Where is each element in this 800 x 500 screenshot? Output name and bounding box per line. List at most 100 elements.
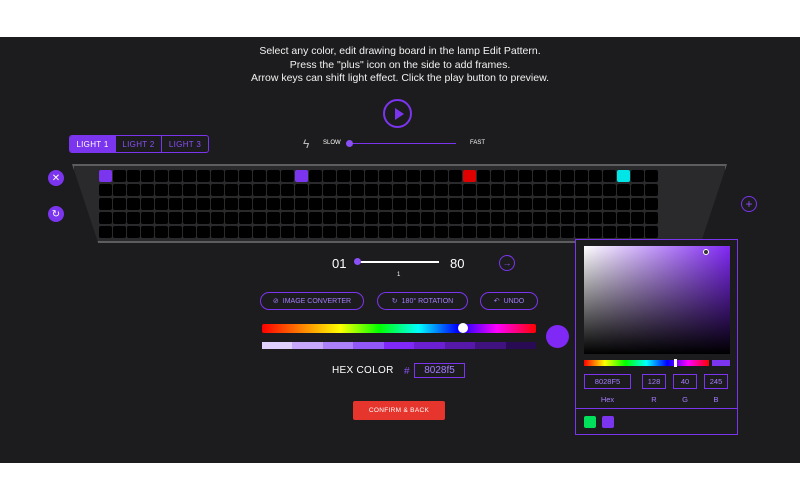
led-cell[interactable] — [127, 211, 140, 224]
led-cell[interactable] — [323, 183, 336, 196]
led-cell[interactable] — [295, 170, 308, 182]
shade-swatch[interactable] — [383, 342, 415, 349]
led-cell[interactable] — [533, 211, 546, 224]
led-cell[interactable] — [267, 211, 280, 224]
led-cell[interactable] — [449, 197, 462, 210]
led-cell[interactable] — [491, 197, 504, 210]
play-button[interactable] — [383, 99, 412, 128]
led-cell[interactable] — [407, 211, 420, 224]
led-cell[interactable] — [197, 211, 210, 224]
led-cell[interactable] — [337, 197, 350, 210]
led-cell[interactable] — [491, 211, 504, 224]
led-cell[interactable] — [141, 170, 154, 182]
led-cell[interactable] — [603, 225, 616, 238]
led-cell[interactable] — [211, 225, 224, 238]
led-cell[interactable] — [225, 170, 238, 182]
led-cell[interactable] — [323, 197, 336, 210]
selected-color-swatch[interactable] — [546, 325, 569, 348]
led-cell[interactable] — [379, 183, 392, 196]
led-cell[interactable] — [365, 211, 378, 224]
led-cell[interactable] — [575, 211, 588, 224]
led-cell[interactable] — [323, 211, 336, 224]
led-cell[interactable] — [211, 170, 224, 182]
preset-swatch-green[interactable] — [584, 416, 596, 428]
led-cell[interactable] — [183, 197, 196, 210]
led-cell[interactable] — [561, 225, 574, 238]
led-cell[interactable] — [533, 170, 546, 182]
led-cell[interactable] — [589, 183, 602, 196]
speed-slider-track[interactable] — [349, 143, 456, 144]
led-cell[interactable] — [617, 170, 630, 182]
led-cell[interactable] — [281, 183, 294, 196]
shade-swatch[interactable] — [414, 342, 445, 349]
led-cell[interactable] — [589, 211, 602, 224]
led-cell[interactable] — [379, 225, 392, 238]
led-cell[interactable] — [197, 170, 210, 182]
led-cell[interactable] — [421, 170, 434, 182]
led-cell[interactable] — [435, 170, 448, 182]
led-cell[interactable] — [281, 211, 294, 224]
led-cell[interactable] — [141, 183, 154, 196]
saturation-value-area[interactable] — [584, 246, 730, 354]
picker-g-input[interactable]: 40 — [673, 374, 697, 389]
led-cell[interactable] — [281, 225, 294, 238]
led-cell[interactable] — [435, 183, 448, 196]
led-cell[interactable] — [365, 225, 378, 238]
led-cell[interactable] — [267, 197, 280, 210]
image-converter-button[interactable]: ⊘ IMAGE CONVERTER — [260, 292, 364, 310]
led-cell[interactable] — [631, 211, 644, 224]
led-cell[interactable] — [309, 183, 322, 196]
led-cell[interactable] — [645, 197, 658, 210]
led-cell[interactable] — [239, 183, 252, 196]
led-cell[interactable] — [547, 197, 560, 210]
led-cell[interactable] — [309, 197, 322, 210]
led-cell[interactable] — [127, 197, 140, 210]
saturation-value-handle[interactable] — [703, 249, 709, 255]
shade-swatch[interactable] — [505, 342, 536, 349]
led-cell[interactable] — [113, 183, 126, 196]
preset-swatch-purple[interactable] — [602, 416, 614, 428]
led-cell[interactable] — [491, 170, 504, 182]
rotation-button[interactable]: ↻ 180° ROTATION — [377, 292, 468, 310]
picker-r-input[interactable]: 128 — [642, 374, 666, 389]
led-cell[interactable] — [169, 170, 182, 182]
led-cell[interactable] — [127, 170, 140, 182]
led-cell[interactable] — [309, 170, 322, 182]
led-cell[interactable] — [463, 197, 476, 210]
led-cell[interactable] — [183, 170, 196, 182]
led-cell[interactable] — [113, 197, 126, 210]
led-cell[interactable] — [379, 211, 392, 224]
led-cell[interactable] — [253, 197, 266, 210]
led-cell[interactable] — [393, 225, 406, 238]
led-cell[interactable] — [365, 197, 378, 210]
tab-light-1[interactable]: LIGHT 1 — [70, 136, 116, 152]
led-cell[interactable] — [211, 211, 224, 224]
led-cell[interactable] — [519, 170, 532, 182]
led-cell[interactable] — [561, 183, 574, 196]
led-cell[interactable] — [407, 197, 420, 210]
led-cell[interactable] — [351, 183, 364, 196]
led-cell[interactable] — [379, 170, 392, 182]
led-cell[interactable] — [295, 211, 308, 224]
led-cell[interactable] — [477, 197, 490, 210]
led-cell[interactable] — [519, 197, 532, 210]
hex-color-input[interactable]: 8028f5 — [414, 363, 465, 378]
led-cell[interactable] — [239, 197, 252, 210]
led-cell[interactable] — [183, 211, 196, 224]
led-cell[interactable] — [99, 225, 112, 238]
led-cell[interactable] — [491, 183, 504, 196]
led-cell[interactable] — [505, 197, 518, 210]
led-cell[interactable] — [533, 225, 546, 238]
shade-swatch[interactable] — [322, 342, 354, 349]
led-cell[interactable] — [463, 183, 476, 196]
led-cell[interactable] — [155, 183, 168, 196]
led-cell[interactable] — [505, 211, 518, 224]
led-cell[interactable] — [617, 197, 630, 210]
led-cell[interactable] — [365, 170, 378, 182]
led-cell[interactable] — [211, 183, 224, 196]
led-cell[interactable] — [99, 211, 112, 224]
tab-light-3[interactable]: LIGHT 3 — [162, 136, 208, 152]
led-cell[interactable] — [197, 183, 210, 196]
led-cell[interactable] — [491, 225, 504, 238]
led-cell[interactable] — [631, 225, 644, 238]
